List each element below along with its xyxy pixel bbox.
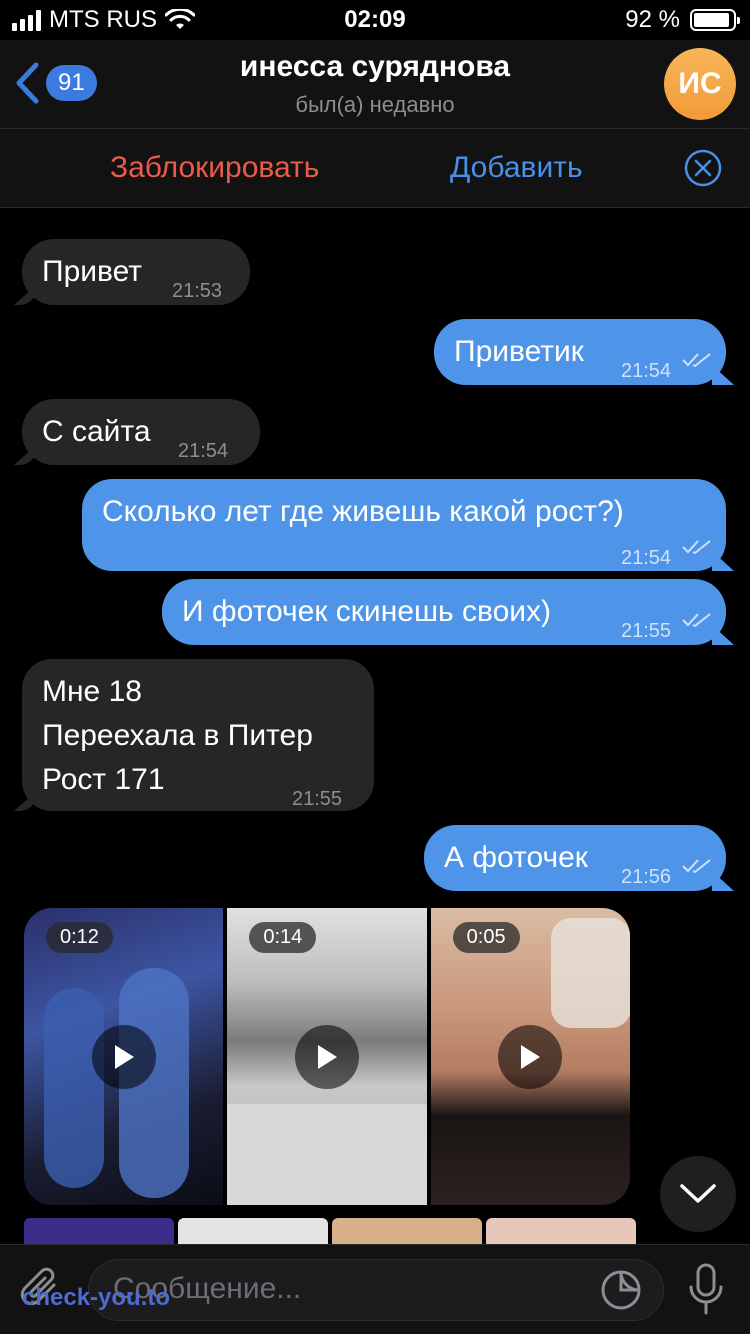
battery-percent: 92 % (625, 6, 680, 33)
double-check-icon (682, 353, 711, 368)
message-outgoing[interactable]: И фоточек скинешь своих) 21:55 (162, 579, 726, 645)
double-check-icon (682, 540, 711, 555)
action-bar: Заблокировать Добавить (0, 128, 750, 208)
double-check-icon (682, 859, 711, 874)
video-thumbnail[interactable]: 0:12 (24, 908, 224, 1205)
watermark-text: check-you.to (22, 1284, 171, 1311)
media-album: 0:12 0:14 0:05 (24, 908, 630, 1205)
video-duration: 0:05 (452, 922, 520, 953)
play-icon[interactable] (91, 1024, 156, 1089)
chat-header: 91 инесса суряднова был(а) недавно ИС (0, 40, 750, 128)
message-time: 21:53 (172, 280, 223, 302)
play-icon[interactable] (498, 1024, 563, 1089)
sticker-icon[interactable] (600, 1269, 642, 1311)
message-text: Мне 18 Переехала в Питер Рост 171 (42, 675, 313, 796)
double-check-icon (682, 613, 711, 628)
video-thumbnail[interactable]: 0:05 (430, 908, 630, 1205)
message-time: 21:54 (178, 440, 229, 462)
message-time: 21:55 (621, 620, 672, 642)
play-icon[interactable] (294, 1024, 359, 1089)
message-text: Сколько лет где живешь какой рост?) (102, 495, 624, 528)
microphone-icon[interactable] (686, 1263, 726, 1315)
message-input[interactable]: Сообщение... (88, 1259, 664, 1321)
status-right: 92 % (625, 6, 740, 34)
message-text: С сайта (42, 415, 151, 448)
block-button[interactable]: Заблокировать (110, 151, 319, 185)
message-incoming[interactable]: Мне 18 Переехала в Питер Рост 171 21:55 (22, 659, 374, 811)
message-incoming[interactable]: С сайта 21:54 (22, 399, 260, 465)
chevron-down-icon (680, 1184, 716, 1203)
message-time: 21:56 (621, 866, 672, 888)
message-outgoing[interactable]: Приветик 21:54 (434, 319, 726, 385)
chat-title[interactable]: инесса суряднова (0, 50, 750, 84)
video-duration: 0:14 (249, 922, 317, 953)
message-outgoing[interactable]: А фоточек 21:56 (424, 825, 726, 891)
message-time: 21:54 (621, 547, 672, 569)
video-duration: 0:12 (46, 922, 113, 953)
message-text: И фоточек скинешь своих) (182, 595, 552, 628)
message-outgoing[interactable]: Сколько лет где живешь какой рост?) 21:5… (82, 479, 726, 571)
message-text: Привет (42, 255, 143, 288)
status-bar: MTS RUS 02:09 92 % (0, 0, 750, 40)
message-text: Приветик (454, 335, 584, 368)
message-incoming[interactable]: Привет 21:53 (22, 239, 250, 305)
message-time: 21:54 (621, 360, 672, 382)
add-contact-button[interactable]: Добавить (450, 151, 583, 185)
video-thumbnail[interactable]: 0:14 (227, 908, 427, 1205)
message-text: А фоточек (444, 841, 588, 874)
scroll-down-button[interactable] (660, 1156, 736, 1232)
battery-icon (690, 9, 740, 31)
close-icon[interactable] (684, 149, 722, 187)
avatar[interactable]: ИС (664, 48, 736, 120)
chat-status: был(а) недавно (295, 92, 455, 117)
message-time: 21:55 (292, 788, 343, 810)
